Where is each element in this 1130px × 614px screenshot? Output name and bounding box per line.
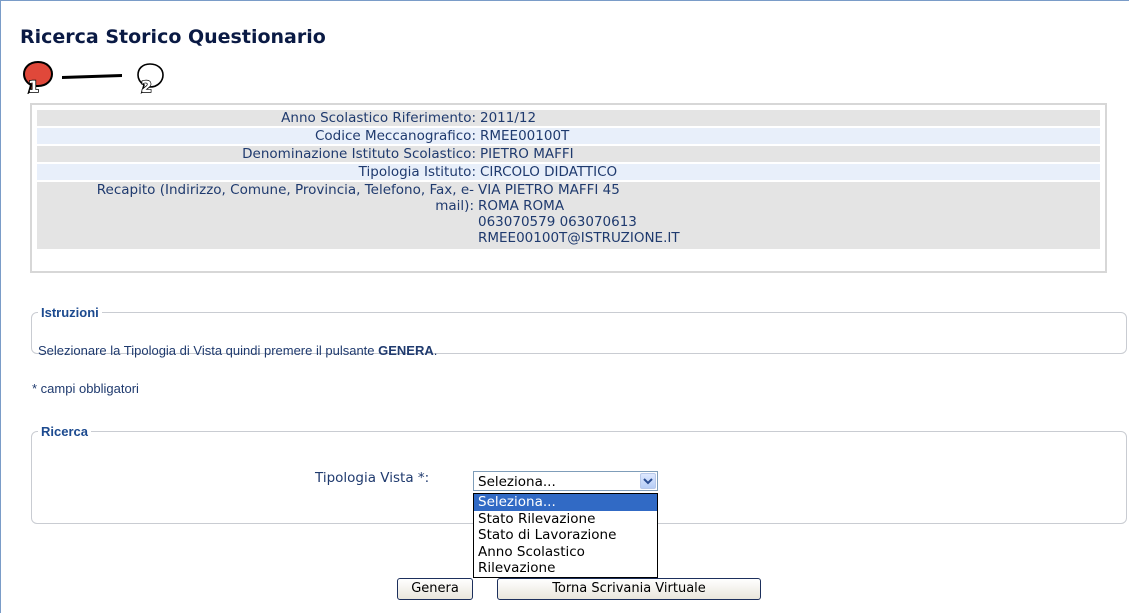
istruzioni-text: Selezionare la Tipologia di Vista quindi… [38,343,437,358]
info-row-recapito: Recapito (Indirizzo, Comune, Provincia, … [37,182,1100,249]
tipologia-vista-label: Tipologia Vista *: [315,470,430,486]
required-fields-note: * campi obbligatori [32,381,139,396]
istruzioni-legend: Istruzioni [41,305,99,320]
option-stato-rilevazione[interactable]: Stato Rilevazione [474,511,657,528]
info-value: PIETRO MAFFI [480,146,574,162]
genera-button[interactable]: Genera [397,578,473,600]
option-stato-lavorazione[interactable]: Stato di Lavorazione [474,527,657,544]
istruzioni-fieldset: Istruzioni Selezionare la Tipologia di V… [31,305,1127,358]
info-value: VIA PIETRO MAFFI 45 ROMA ROMA 063070579 … [478,182,680,246]
info-value: 2011/12 [480,110,537,126]
info-row-denominazione: Denominazione Istituto Scolastico: PIETR… [37,146,1100,162]
svg-text:2: 2 [141,77,152,94]
option-anno-scolastico[interactable]: Anno Scolastico [474,544,657,561]
torna-scrivania-button[interactable]: Torna Scrivania Virtuale [497,578,761,600]
option-rilevazione[interactable]: Rilevazione [474,560,657,577]
info-value: CIRCOLO DIDATTICO [480,164,618,180]
tipologia-vista-options: Seleziona... Stato Rilevazione Stato di … [473,493,658,578]
istruzioni-text-part: Selezionare la Tipologia di Vista quindi… [38,343,379,358]
tipologia-vista-select[interactable]: Seleziona... [473,471,658,491]
page-title: Ricerca Storico Questionario [20,26,326,48]
info-row-tipologia: Tipologia Istituto: CIRCOLO DIDATTICO [37,164,1100,180]
step-indicator: 1 2 [22,60,182,94]
info-label: Codice Meccanografico: [314,128,476,144]
istruzioni-text-end: . [433,343,438,358]
step-connector [62,74,122,79]
info-label: Tipologia Istituto: [358,164,476,180]
info-row-codice: Codice Meccanografico: RMEE00100T [37,128,1100,144]
info-label: Recapito (Indirizzo, Comune, Provincia, … [96,182,474,214]
info-value: RMEE00100T [480,128,570,144]
info-label: Denominazione Istituto Scolastico: [242,146,476,162]
info-label: Anno Scolastico Riferimento: [281,110,476,126]
option-seleziona[interactable]: Seleziona... [474,494,657,511]
school-info-table: Anno Scolastico Riferimento: 2011/12 Cod… [30,103,1107,273]
select-current-value: Seleziona... [478,474,556,490]
info-row-anno: Anno Scolastico Riferimento: 2011/12 [37,110,1100,126]
step-1-icon: 1 [22,60,54,94]
ricerca-legend: Ricerca [41,424,88,439]
chevron-down-icon[interactable] [640,473,656,489]
svg-text:1: 1 [28,77,39,94]
step-2-icon: 2 [137,63,164,94]
genera-keyword: GENERA [378,343,434,358]
